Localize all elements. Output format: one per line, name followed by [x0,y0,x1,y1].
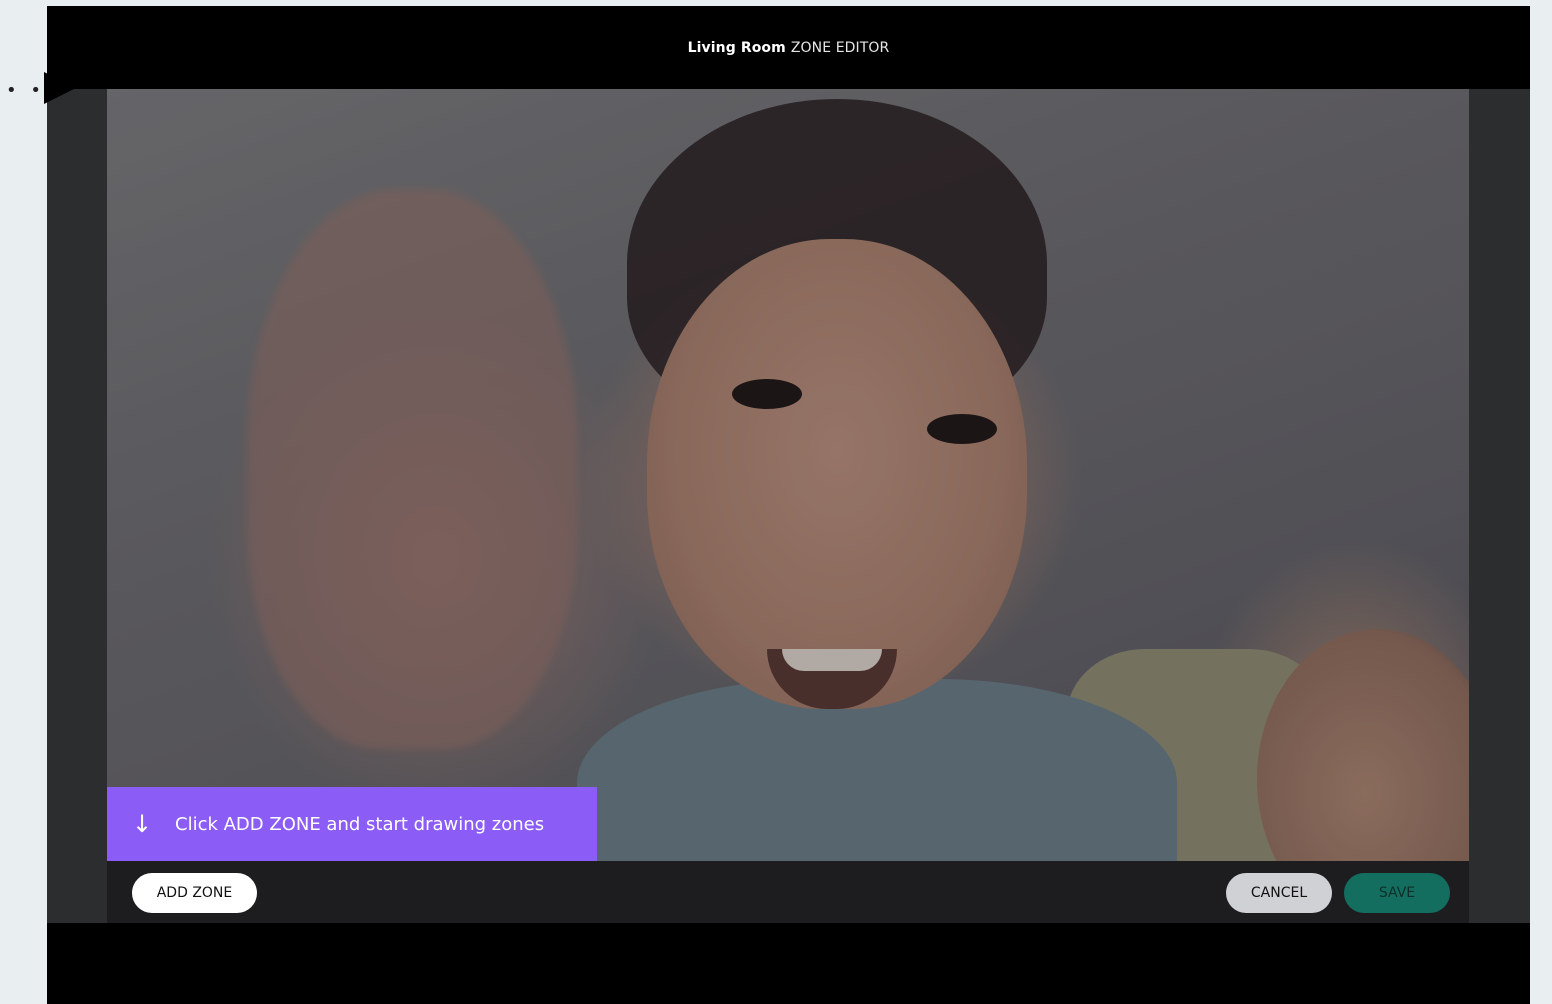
editor-title: ZONE EDITOR [790,39,890,56]
add-zone-hint: ↓ Click ADD ZONE and start drawing zones [107,787,597,861]
cancel-button[interactable]: CANCEL [1226,873,1332,913]
pointer-arrow-icon [44,72,76,104]
add-zone-button[interactable]: ADD ZONE [132,873,257,913]
hint-text: Click ADD ZONE and start drawing zones [175,813,545,835]
room-name: Living Room [687,39,786,56]
editor-toolbar: ADD ZONE CANCEL SAVE [107,861,1469,923]
more-dots-icon[interactable]: • • [6,80,45,101]
zone-editor-window: Living Room ZONE EDITOR ↓ Click ADD ZONE… [47,6,1530,1004]
save-button[interactable]: SAVE [1344,873,1450,913]
feed-dim-overlay [107,89,1469,861]
footer-bar [47,923,1530,1004]
editor-header: Living Room ZONE EDITOR [47,6,1530,89]
camera-feed[interactable] [107,89,1469,861]
editor-stage: ↓ Click ADD ZONE and start drawing zones… [47,89,1530,923]
arrow-down-icon: ↓ [131,810,153,838]
